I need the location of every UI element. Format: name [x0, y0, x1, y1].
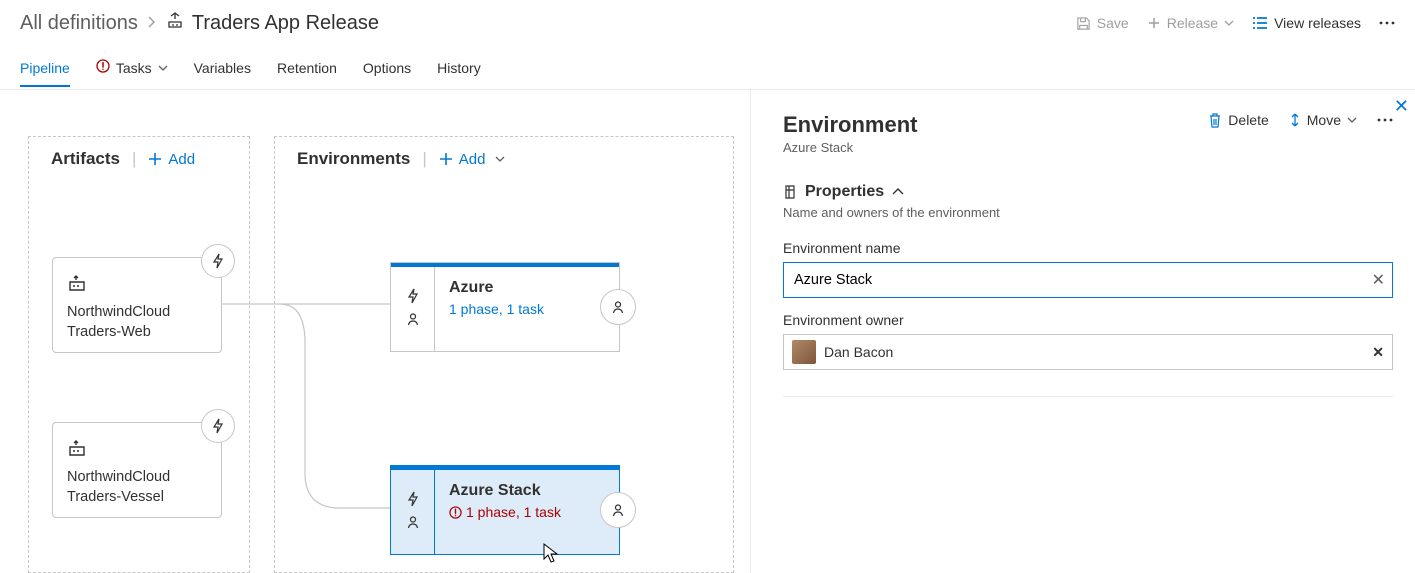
owner-name: Dan Bacon	[824, 344, 893, 360]
build-icon	[67, 274, 207, 295]
person-icon	[406, 312, 420, 326]
delete-environment-button[interactable]: Delete	[1208, 112, 1268, 128]
trigger-badge[interactable]	[201, 244, 235, 278]
move-icon	[1289, 112, 1301, 128]
environment-name-input[interactable]	[783, 262, 1393, 298]
trigger-badge[interactable]	[201, 409, 235, 443]
chevron-down-icon	[1347, 115, 1357, 125]
artifact-card[interactable]: NorthwindCloud Traders-Vessel	[52, 422, 222, 518]
pre-deployment-conditions[interactable]	[391, 466, 435, 554]
tab-retention[interactable]: Retention	[277, 50, 337, 86]
release-button[interactable]: Release	[1147, 15, 1234, 31]
environment-tasks-link[interactable]: 1 phase, 1 task	[449, 504, 609, 520]
lightning-icon	[406, 491, 420, 507]
chevron-right-icon	[148, 15, 156, 31]
save-button[interactable]: Save	[1076, 15, 1129, 31]
environment-tasks-link[interactable]: 1 phase, 1 task	[449, 301, 609, 317]
ellipsis-icon	[1379, 21, 1395, 25]
chevron-down-icon	[1224, 18, 1234, 28]
clear-input-button[interactable]: ✕	[1372, 270, 1385, 290]
person-icon	[406, 515, 420, 529]
pre-deployment-conditions[interactable]	[391, 263, 435, 351]
trash-icon	[1208, 112, 1222, 128]
view-releases-button[interactable]: View releases	[1252, 15, 1361, 31]
avatar	[792, 340, 816, 364]
lightning-icon	[406, 288, 420, 304]
environment-name: Azure	[449, 279, 609, 297]
divider	[783, 396, 1393, 397]
artifacts-heading: Artifacts	[51, 149, 120, 169]
chevron-down-icon	[158, 63, 168, 73]
add-environment-button[interactable]: Add	[439, 151, 506, 168]
properties-description: Name and owners of the environment	[783, 205, 1393, 220]
properties-section-toggle[interactable]: Properties	[783, 183, 1393, 201]
close-panel-button[interactable]: ✕	[1394, 96, 1409, 117]
tab-history[interactable]: History	[437, 50, 481, 86]
move-environment-button[interactable]: Move	[1289, 112, 1357, 128]
tab-variables[interactable]: Variables	[194, 50, 251, 86]
tab-bar: Pipeline Tasks Variables Retention Optio…	[0, 46, 1415, 90]
chevron-down-icon	[495, 154, 505, 164]
environment-card-azure[interactable]: Azure 1 phase, 1 task	[390, 262, 620, 352]
release-definition-icon	[166, 11, 184, 35]
plus-icon	[1147, 16, 1161, 30]
breadcrumb-root[interactable]: All definitions	[20, 12, 138, 35]
environment-owner-field[interactable]: Dan Bacon ✕	[783, 334, 1393, 370]
chevron-up-icon	[892, 187, 904, 197]
post-deployment-conditions[interactable]	[600, 492, 636, 528]
env-name-label: Environment name	[783, 240, 1393, 256]
artifact-name: NorthwindCloud Traders-Vessel	[67, 468, 207, 507]
remove-owner-button[interactable]: ✕	[1372, 344, 1384, 361]
environments-heading: Environments	[297, 149, 410, 169]
error-icon	[96, 59, 110, 76]
environment-name: Azure Stack	[449, 482, 609, 500]
lightning-icon	[211, 418, 225, 434]
lightning-icon	[211, 253, 225, 269]
tab-pipeline[interactable]: Pipeline	[20, 50, 70, 86]
plus-icon	[439, 152, 453, 166]
more-menu-button[interactable]	[1379, 21, 1395, 25]
error-icon	[449, 506, 462, 519]
post-deployment-conditions[interactable]	[600, 289, 636, 325]
add-artifact-button[interactable]: Add	[148, 151, 195, 168]
properties-icon	[783, 184, 797, 200]
panel-subtitle: Azure Stack	[783, 140, 1393, 155]
build-icon	[67, 439, 207, 460]
list-icon	[1252, 16, 1268, 30]
properties-panel: ✕ Environment Azure Stack Delete Move Pr…	[750, 90, 1415, 573]
plus-icon	[148, 152, 162, 166]
tab-tasks[interactable]: Tasks	[96, 49, 168, 86]
breadcrumb: All definitions Traders App Release	[20, 11, 379, 35]
person-icon	[611, 300, 625, 314]
page-title: Traders App Release	[192, 12, 379, 35]
panel-more-button[interactable]	[1377, 118, 1393, 122]
env-owner-label: Environment owner	[783, 312, 1393, 328]
artifact-card[interactable]: NorthwindCloud Traders-Web	[52, 257, 222, 353]
ellipsis-icon	[1377, 118, 1393, 122]
environment-card-azure-stack[interactable]: Azure Stack 1 phase, 1 task	[390, 465, 620, 555]
tab-options[interactable]: Options	[363, 50, 411, 86]
artifact-name: NorthwindCloud Traders-Web	[67, 303, 207, 342]
save-icon	[1076, 16, 1091, 31]
person-icon	[611, 503, 625, 517]
